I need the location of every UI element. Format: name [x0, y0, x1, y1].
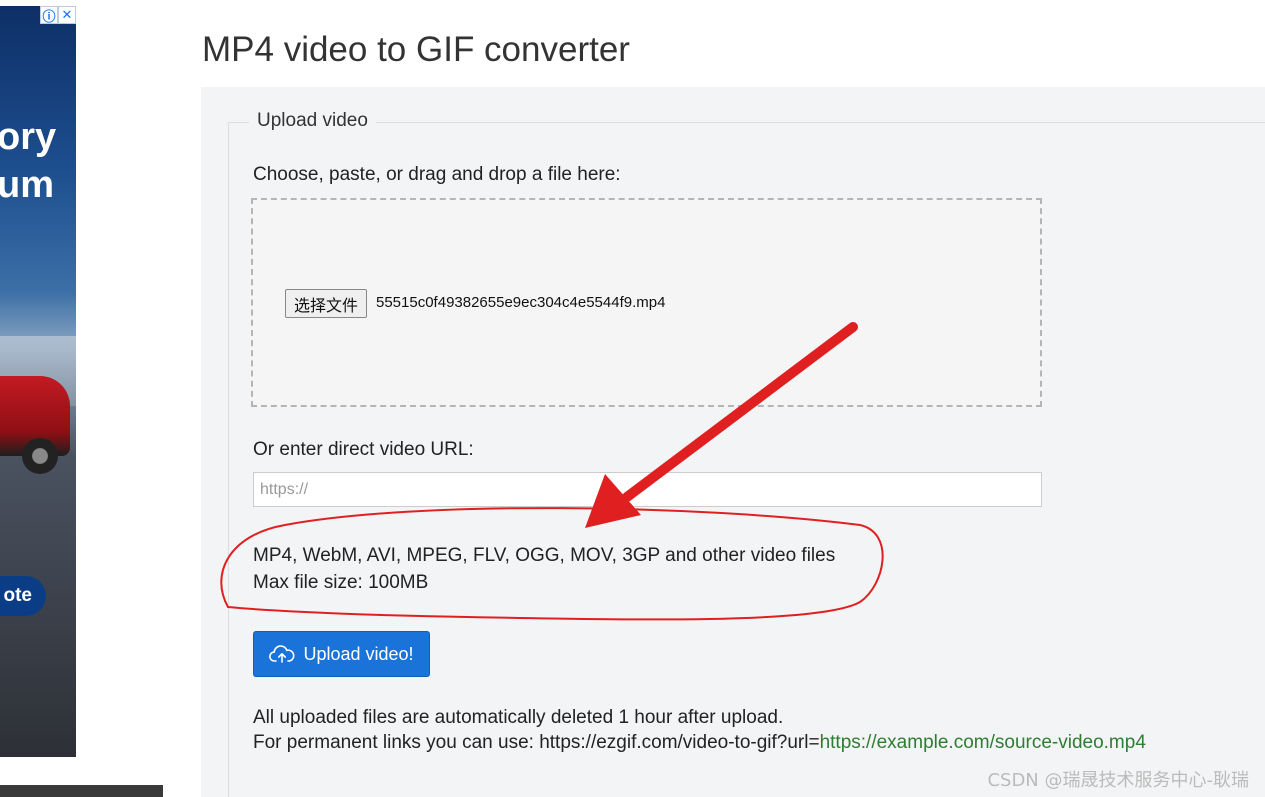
- cloud-upload-icon: [269, 645, 295, 663]
- permanent-links-note: For permanent links you can use: https:/…: [253, 732, 1146, 754]
- permanent-links-prefix: For permanent links you can use: https:/…: [253, 732, 820, 753]
- page-title: MP4 video to GIF converter: [202, 30, 630, 69]
- ad-cta-button[interactable]: ote: [0, 576, 46, 616]
- advertisement-banner-bottom[interactable]: [0, 785, 163, 797]
- advertisement-banner[interactable]: ory um ote ⓘ ✕: [0, 6, 76, 757]
- close-icon[interactable]: ✕: [58, 6, 76, 24]
- choose-file-button[interactable]: 选择文件: [285, 289, 368, 318]
- max-file-size-text: Max file size: 100MB: [253, 572, 429, 593]
- example-source-link[interactable]: https://example.com/source-video.mp4: [820, 732, 1146, 753]
- info-icon[interactable]: ⓘ: [40, 6, 58, 24]
- supported-formats-text: MP4, WebM, AVI, MPEG, FLV, OGG, MOV, 3GP…: [253, 545, 836, 566]
- video-url-input[interactable]: [253, 472, 1042, 507]
- ad-headline-line1: ory: [0, 116, 57, 158]
- upload-video-button[interactable]: Upload video!: [253, 631, 430, 677]
- video-url-label: Or enter direct video URL:: [253, 439, 474, 460]
- auto-delete-note: All uploaded files are automatically del…: [253, 707, 784, 728]
- upload-video-button-label: Upload video!: [303, 643, 414, 664]
- ad-controls: ⓘ ✕: [40, 6, 76, 24]
- ad-headline-line2: um: [0, 164, 54, 206]
- choose-file-label: Choose, paste, or drag and drop a file h…: [253, 164, 621, 185]
- selected-file-name: 55515c0f49382655e9ec304c4e5544f9.mp4: [376, 294, 666, 311]
- upload-legend: Upload video: [249, 110, 376, 132]
- csdn-watermark: CSDN @瑞晟技术服务中心-耿瑞: [987, 770, 1249, 791]
- ad-wheel-image: [22, 438, 58, 474]
